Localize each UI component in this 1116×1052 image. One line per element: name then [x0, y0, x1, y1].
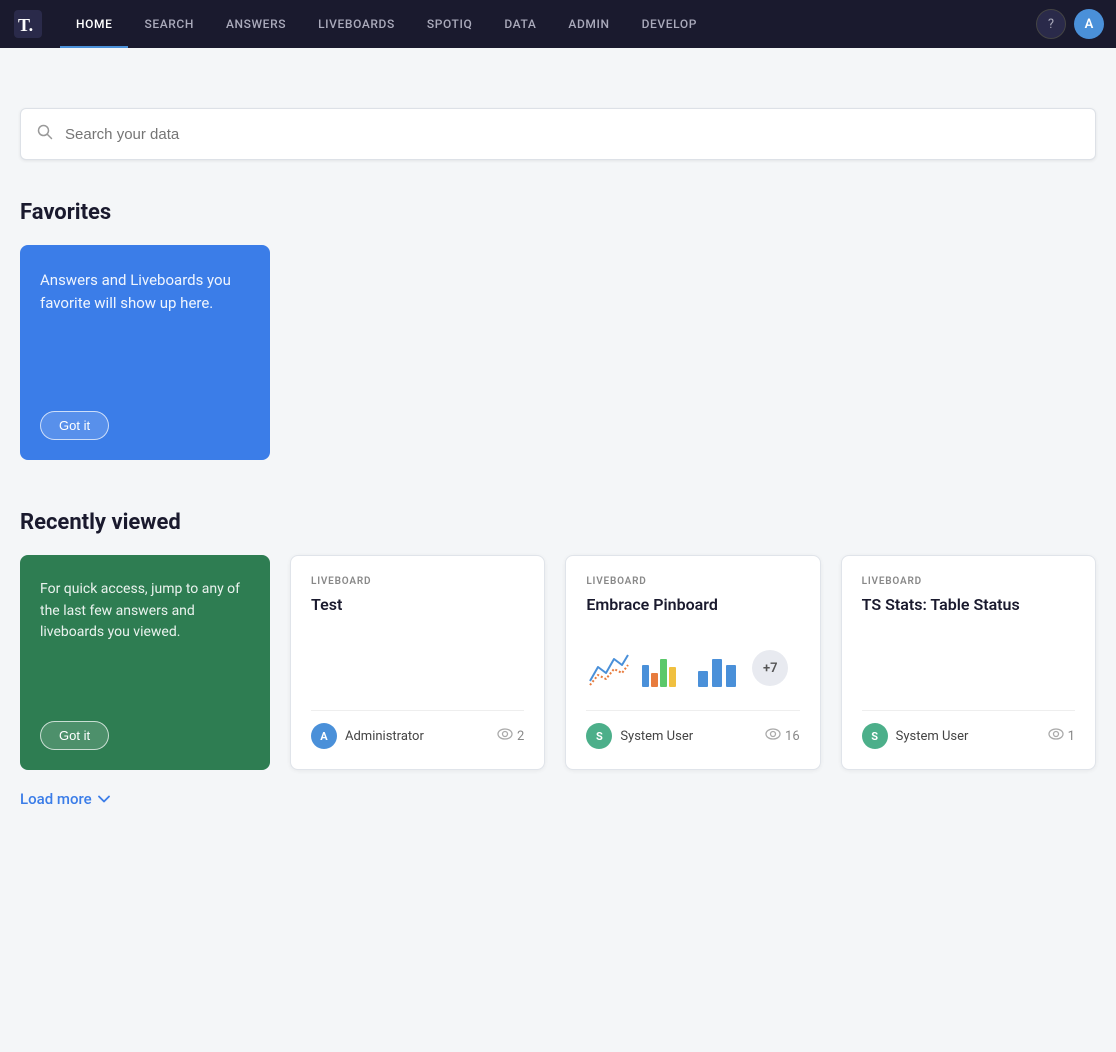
lb-type-2: LIVEBOARD — [586, 576, 799, 587]
lb-type-1: LIVEBOARD — [311, 576, 524, 587]
favorites-got-it-button[interactable]: Got it — [40, 411, 109, 440]
nav-item-search[interactable]: SEARCH — [128, 0, 210, 48]
line-chart-icon — [586, 645, 632, 691]
lb-footer-1: A Administrator 2 — [311, 710, 524, 749]
lb-views-3: 1 — [1048, 728, 1075, 744]
rv-got-it-button[interactable]: Got it — [40, 721, 109, 750]
nav-items: HOME SEARCH ANSWERS LIVEBOARDS SPOTIQ DA… — [60, 0, 1036, 48]
recently-viewed-grid: For quick access, jump to any of the las… — [20, 555, 1096, 770]
search-icon — [37, 124, 53, 144]
nav-item-spotiq[interactable]: SPOTIQ — [411, 0, 489, 48]
lb-card-embrace[interactable]: LIVEBOARD Embrace Pinboard — [565, 555, 820, 770]
author-name-2: System User — [620, 729, 693, 744]
nav-item-answers[interactable]: ANSWERS — [210, 0, 302, 48]
lb-preview-1 — [311, 638, 524, 698]
nav-logo[interactable]: T. — [12, 8, 44, 40]
eye-icon-1 — [497, 728, 513, 744]
lb-preview-2: +7 — [586, 638, 799, 698]
author-name-3: System User — [896, 729, 969, 744]
lb-author-3: S System User — [862, 723, 969, 749]
lb-card-test[interactable]: LIVEBOARD Test A Administrator — [290, 555, 545, 770]
bar-chart-icon — [694, 645, 740, 691]
load-more-label: Load more — [20, 790, 92, 808]
favorites-section: Favorites Answers and Liveboards you fav… — [20, 200, 1096, 460]
lb-views-1: 2 — [497, 728, 524, 744]
eye-icon-3 — [1048, 728, 1064, 744]
navbar: T. HOME SEARCH ANSWERS LIVEBOARDS SPOTIQ… — [0, 0, 1116, 48]
recently-viewed-intro-card: For quick access, jump to any of the las… — [20, 555, 270, 770]
nav-item-home[interactable]: HOME — [60, 0, 128, 48]
nav-item-liveboards[interactable]: LIVEBOARDS — [302, 0, 411, 48]
author-name-1: Administrator — [345, 729, 424, 744]
main-content: Favorites Answers and Liveboards you fav… — [0, 48, 1116, 898]
favorites-title: Favorites — [20, 200, 1096, 225]
nav-item-admin[interactable]: ADMIN — [552, 0, 625, 48]
lb-card-ts-stats[interactable]: LIVEBOARD TS Stats: Table Status S Syste… — [841, 555, 1096, 770]
eye-icon-2 — [765, 728, 781, 744]
logo-icon: T. — [12, 8, 44, 40]
lb-author-1: A Administrator — [311, 723, 424, 749]
svg-text:T.: T. — [18, 15, 33, 35]
lb-footer-2: S System User 16 — [586, 710, 799, 749]
nav-item-develop[interactable]: DEVELOP — [626, 0, 713, 48]
lb-name-2: Embrace Pinboard — [586, 595, 799, 614]
search-bar[interactable] — [20, 108, 1096, 160]
chart-plus-badge: +7 — [752, 650, 788, 686]
views-count-3: 1 — [1068, 729, 1075, 744]
author-avatar-3: S — [862, 723, 888, 749]
lb-name-1: Test — [311, 595, 524, 614]
rv-intro-text: For quick access, jump to any of the las… — [40, 579, 250, 644]
load-more-button[interactable]: Load more — [20, 790, 1096, 808]
lb-type-3: LIVEBOARD — [862, 576, 1075, 587]
favorites-promo-text: Answers and Liveboards you favorite will… — [40, 269, 250, 314]
views-count-1: 2 — [517, 729, 524, 744]
recently-viewed-section: Recently viewed For quick access, jump t… — [20, 510, 1096, 808]
lb-views-2: 16 — [765, 728, 800, 744]
recently-viewed-title: Recently viewed — [20, 510, 1096, 535]
nav-right: ? A — [1036, 9, 1104, 39]
lb-preview-3 — [862, 638, 1075, 698]
lb-author-2: S System User — [586, 723, 693, 749]
views-count-2: 16 — [785, 729, 800, 744]
search-input[interactable] — [65, 126, 1079, 143]
lb-name-3: TS Stats: Table Status — [862, 595, 1075, 614]
help-button[interactable]: ? — [1036, 9, 1066, 39]
user-avatar[interactable]: A — [1074, 9, 1104, 39]
lb-footer-3: S System User 1 — [862, 710, 1075, 749]
author-avatar-2: S — [586, 723, 612, 749]
grouped-bar-chart-icon — [640, 645, 686, 691]
author-avatar-1: A — [311, 723, 337, 749]
nav-item-data[interactable]: DATA — [488, 0, 552, 48]
favorites-promo-card: Answers and Liveboards you favorite will… — [20, 245, 270, 460]
liveboard-cards: LIVEBOARD Test A Administrator — [290, 555, 1096, 770]
chevron-down-icon — [98, 792, 110, 806]
